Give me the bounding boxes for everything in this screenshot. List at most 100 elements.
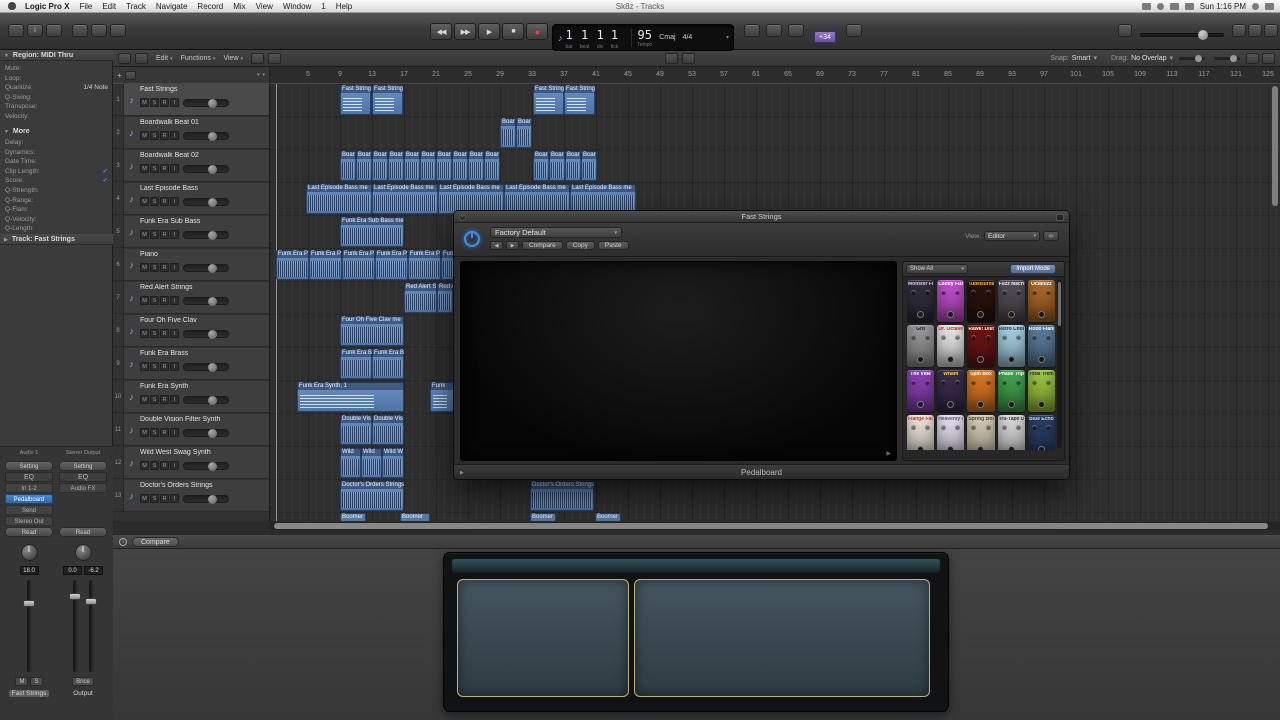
channel-slot-pedalboard[interactable]: Pedalboard: [5, 494, 53, 504]
region-param-q-length[interactable]: Q-Length:: [0, 224, 113, 233]
pedal-dr-octave[interactable]: Dr. Octave: [937, 325, 965, 367]
region-funk-era-p[interactable]: Funk Era P: [375, 250, 408, 280]
region-doctor-s-orders-strings[interactable]: Doctor's Orders Strings: [340, 481, 404, 511]
add-track-button[interactable]: +: [117, 71, 122, 80]
pedal-octafuzz[interactable]: Octafuzz: [1027, 280, 1055, 322]
zoom-v-icon[interactable]: [1262, 52, 1275, 64]
region-param-transpose[interactable]: Transpose:: [0, 102, 113, 111]
track-volume-knob[interactable]: [208, 98, 217, 108]
lcd-display[interactable]: ♪ 1 bar 1 beat 1 div 1 tick 95 Tempo Cmaj 4/4 ▾: [552, 24, 734, 51]
track-inspector-header[interactable]: ▶ Track: Fast Strings: [0, 234, 113, 245]
region-param-q-flam[interactable]: Q-Flam:: [0, 205, 113, 214]
region-param-clip-length[interactable]: Clip Length: ✓: [0, 167, 113, 176]
region-param-q-swing[interactable]: Q-Swing:: [0, 93, 113, 102]
track-volume-slider[interactable]: [183, 395, 229, 405]
menubar-item-mix[interactable]: Mix: [228, 0, 250, 13]
track-volume-slider[interactable]: [183, 428, 229, 438]
track-i-button[interactable]: I: [170, 395, 179, 404]
region-funk-era-p[interactable]: Funk Era P: [342, 250, 375, 280]
track-i-button[interactable]: I: [170, 98, 179, 107]
more-disclosure-icon[interactable]: ▼: [4, 129, 9, 135]
region-disclosure-icon[interactable]: ▼: [4, 53, 9, 59]
flex-icon[interactable]: [135, 52, 148, 64]
lcd-position-tick[interactable]: 1 tick: [611, 26, 619, 50]
track-s-button[interactable]: S: [150, 197, 159, 206]
notification-center-icon[interactable]: [1265, 2, 1274, 10]
track-volume-knob[interactable]: [208, 230, 217, 240]
rewind-button[interactable]: ◀◀: [430, 23, 452, 40]
track-i-button[interactable]: I: [170, 263, 179, 272]
zoom-h-icon[interactable]: [1246, 52, 1259, 64]
bar-ruler[interactable]: 5 9 13 17 21 25 29 33 37 41 45 49 53 57 61 65 69 73 77 81 85…: [270, 67, 1280, 84]
track-volume-slider[interactable]: [183, 197, 229, 207]
track-i-button[interactable]: I: [170, 164, 179, 173]
stop-button[interactable]: ■: [502, 23, 524, 40]
region-double-vis[interactable]: Double Vis: [372, 415, 404, 445]
plugin-window[interactable]: × Fast Strings Factory Default ▾ ◀ ▶ Com…: [453, 210, 1070, 480]
pedal-total-tremolo[interactable]: Total Tremolo: [1027, 370, 1055, 412]
track-r-button[interactable]: R: [160, 329, 169, 338]
track-i-button[interactable]: I: [170, 329, 179, 338]
cycle-icon[interactable]: [744, 24, 760, 37]
track-disclosure-icon[interactable]: ▶: [4, 237, 8, 243]
pedal-fuzz-machine[interactable]: Fuzz Machine: [997, 280, 1025, 322]
gain-value-2[interactable]: -6.2: [84, 566, 103, 575]
metronome-icon[interactable]: [846, 24, 862, 37]
plugin-paste-button[interactable]: Paste: [597, 241, 629, 250]
arrange-menu-functions[interactable]: Functions ▾: [177, 55, 220, 62]
region-boar[interactable]: Boar: [500, 118, 516, 148]
region-boar[interactable]: Boar: [484, 151, 500, 181]
track-r-button[interactable]: R: [160, 230, 169, 239]
channel-bnce-button[interactable]: Bnce: [72, 677, 94, 686]
pedal-blue-echo[interactable]: Blue Echo: [1027, 415, 1055, 450]
track-s-button[interactable]: S: [150, 296, 159, 305]
pedal-flange-factory[interactable]: Flange Factory: [907, 415, 935, 450]
plugin-titlebar[interactable]: × Fast Strings: [454, 211, 1069, 223]
region-boar[interactable]: Boar: [340, 151, 356, 181]
region-boar[interactable]: Boar: [404, 151, 420, 181]
channel-slot-in-1-2[interactable]: In 1-2: [5, 483, 53, 493]
region-red-alert-s[interactable]: Red Alert S: [404, 283, 437, 313]
pedal-rawk-distortion[interactable]: Rawk! Distortion: [967, 325, 995, 367]
region-boar[interactable]: Boar: [516, 118, 532, 148]
plugin-window-mode-icon[interactable]: [1056, 214, 1064, 221]
menubar-item-1[interactable]: 1: [316, 0, 330, 13]
track-i-button[interactable]: I: [170, 131, 179, 140]
track-volume-knob[interactable]: [208, 395, 217, 405]
pointer-tool-button[interactable]: [665, 52, 679, 64]
track-m-button[interactable]: M: [140, 131, 149, 140]
pedal-retro-chorus[interactable]: Retro Chorus: [997, 325, 1025, 367]
next-preset-button[interactable]: ▶: [506, 241, 519, 250]
command-tool-button[interactable]: [682, 52, 696, 64]
gain-value[interactable]: 0.0: [63, 566, 82, 575]
menubar-item-navigate[interactable]: Navigate: [151, 0, 193, 13]
lcd-position-div[interactable]: 1 div: [596, 26, 603, 50]
region-boar[interactable]: Boar: [533, 151, 549, 181]
track-s-button[interactable]: S: [150, 395, 159, 404]
track-m-button[interactable]: M: [140, 461, 149, 470]
track-volume-knob[interactable]: [208, 164, 217, 174]
drag-dropdown-icon[interactable]: ▾: [1169, 54, 1173, 62]
region-wild[interactable]: Wild: [340, 448, 361, 478]
library-icon[interactable]: [8, 24, 24, 37]
pedal-phase-tripper[interactable]: Phase Tripper: [997, 370, 1025, 412]
preset-selector[interactable]: Factory Default ▾: [490, 227, 622, 238]
region-wild[interactable]: Wild: [361, 448, 382, 478]
region-param-q-velocity[interactable]: Q-Velocity:: [0, 215, 113, 224]
track-r-button[interactable]: R: [160, 494, 169, 503]
region-param-gate-time[interactable]: Gate Time:: [0, 157, 113, 166]
duplicate-track-button[interactable]: [124, 70, 136, 80]
pedal-wham[interactable]: Wham: [937, 370, 965, 412]
track-i-button[interactable]: I: [170, 197, 179, 206]
region-last-episode-bass-me[interactable]: Last Episode Bass me: [306, 184, 372, 214]
channel-slot-read[interactable]: Read: [59, 527, 107, 537]
region-boomer[interactable]: Boomer: [400, 513, 430, 521]
track-s-button[interactable]: S: [150, 428, 159, 437]
track-volume-slider[interactable]: [183, 362, 229, 372]
waveform-zoom-slider[interactable]: [1179, 54, 1205, 62]
track-volume-knob[interactable]: [208, 494, 217, 504]
region-funk-era-sub-bass-me[interactable]: Funk Era Sub Bass me: [340, 217, 404, 247]
pedal-filter-selector[interactable]: Show All ▾: [906, 264, 968, 274]
horizontal-scrollbar[interactable]: [270, 522, 1280, 530]
track-m-button[interactable]: M: [140, 197, 149, 206]
